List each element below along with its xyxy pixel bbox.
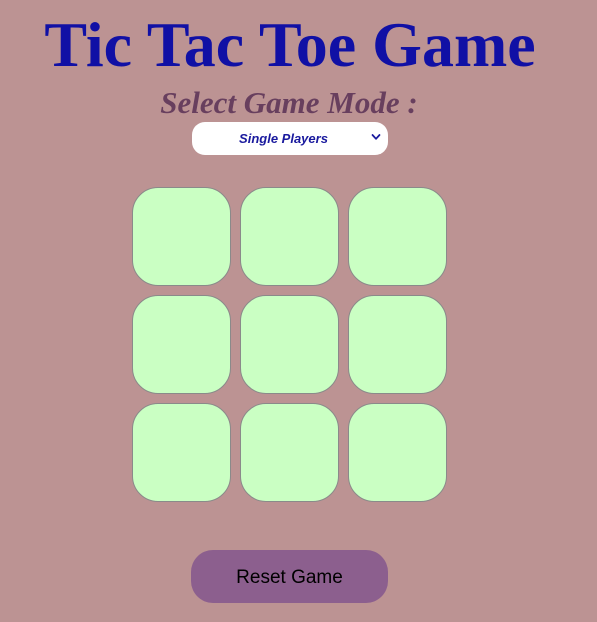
board-cell-8[interactable]: [240, 403, 339, 502]
board-cell-6[interactable]: [348, 295, 447, 394]
chevron-down-icon: [371, 134, 381, 140]
board-cell-5[interactable]: [240, 295, 339, 394]
game-mode-selected-value: Single Players: [239, 131, 328, 146]
game-mode-select[interactable]: Single Players: [192, 122, 388, 155]
game-mode-label: Select Game Mode :: [160, 85, 418, 120]
board-cell-9[interactable]: [348, 403, 447, 502]
game-title: Tic Tac Toe Game: [44, 9, 536, 80]
board-cell-7[interactable]: [132, 403, 231, 502]
board-cell-2[interactable]: [240, 187, 339, 286]
game-board: [132, 187, 447, 503]
board-cell-3[interactable]: [348, 187, 447, 286]
reset-game-button[interactable]: Reset Game: [191, 550, 388, 603]
board-cell-4[interactable]: [132, 295, 231, 394]
board-cell-1[interactable]: [132, 187, 231, 286]
